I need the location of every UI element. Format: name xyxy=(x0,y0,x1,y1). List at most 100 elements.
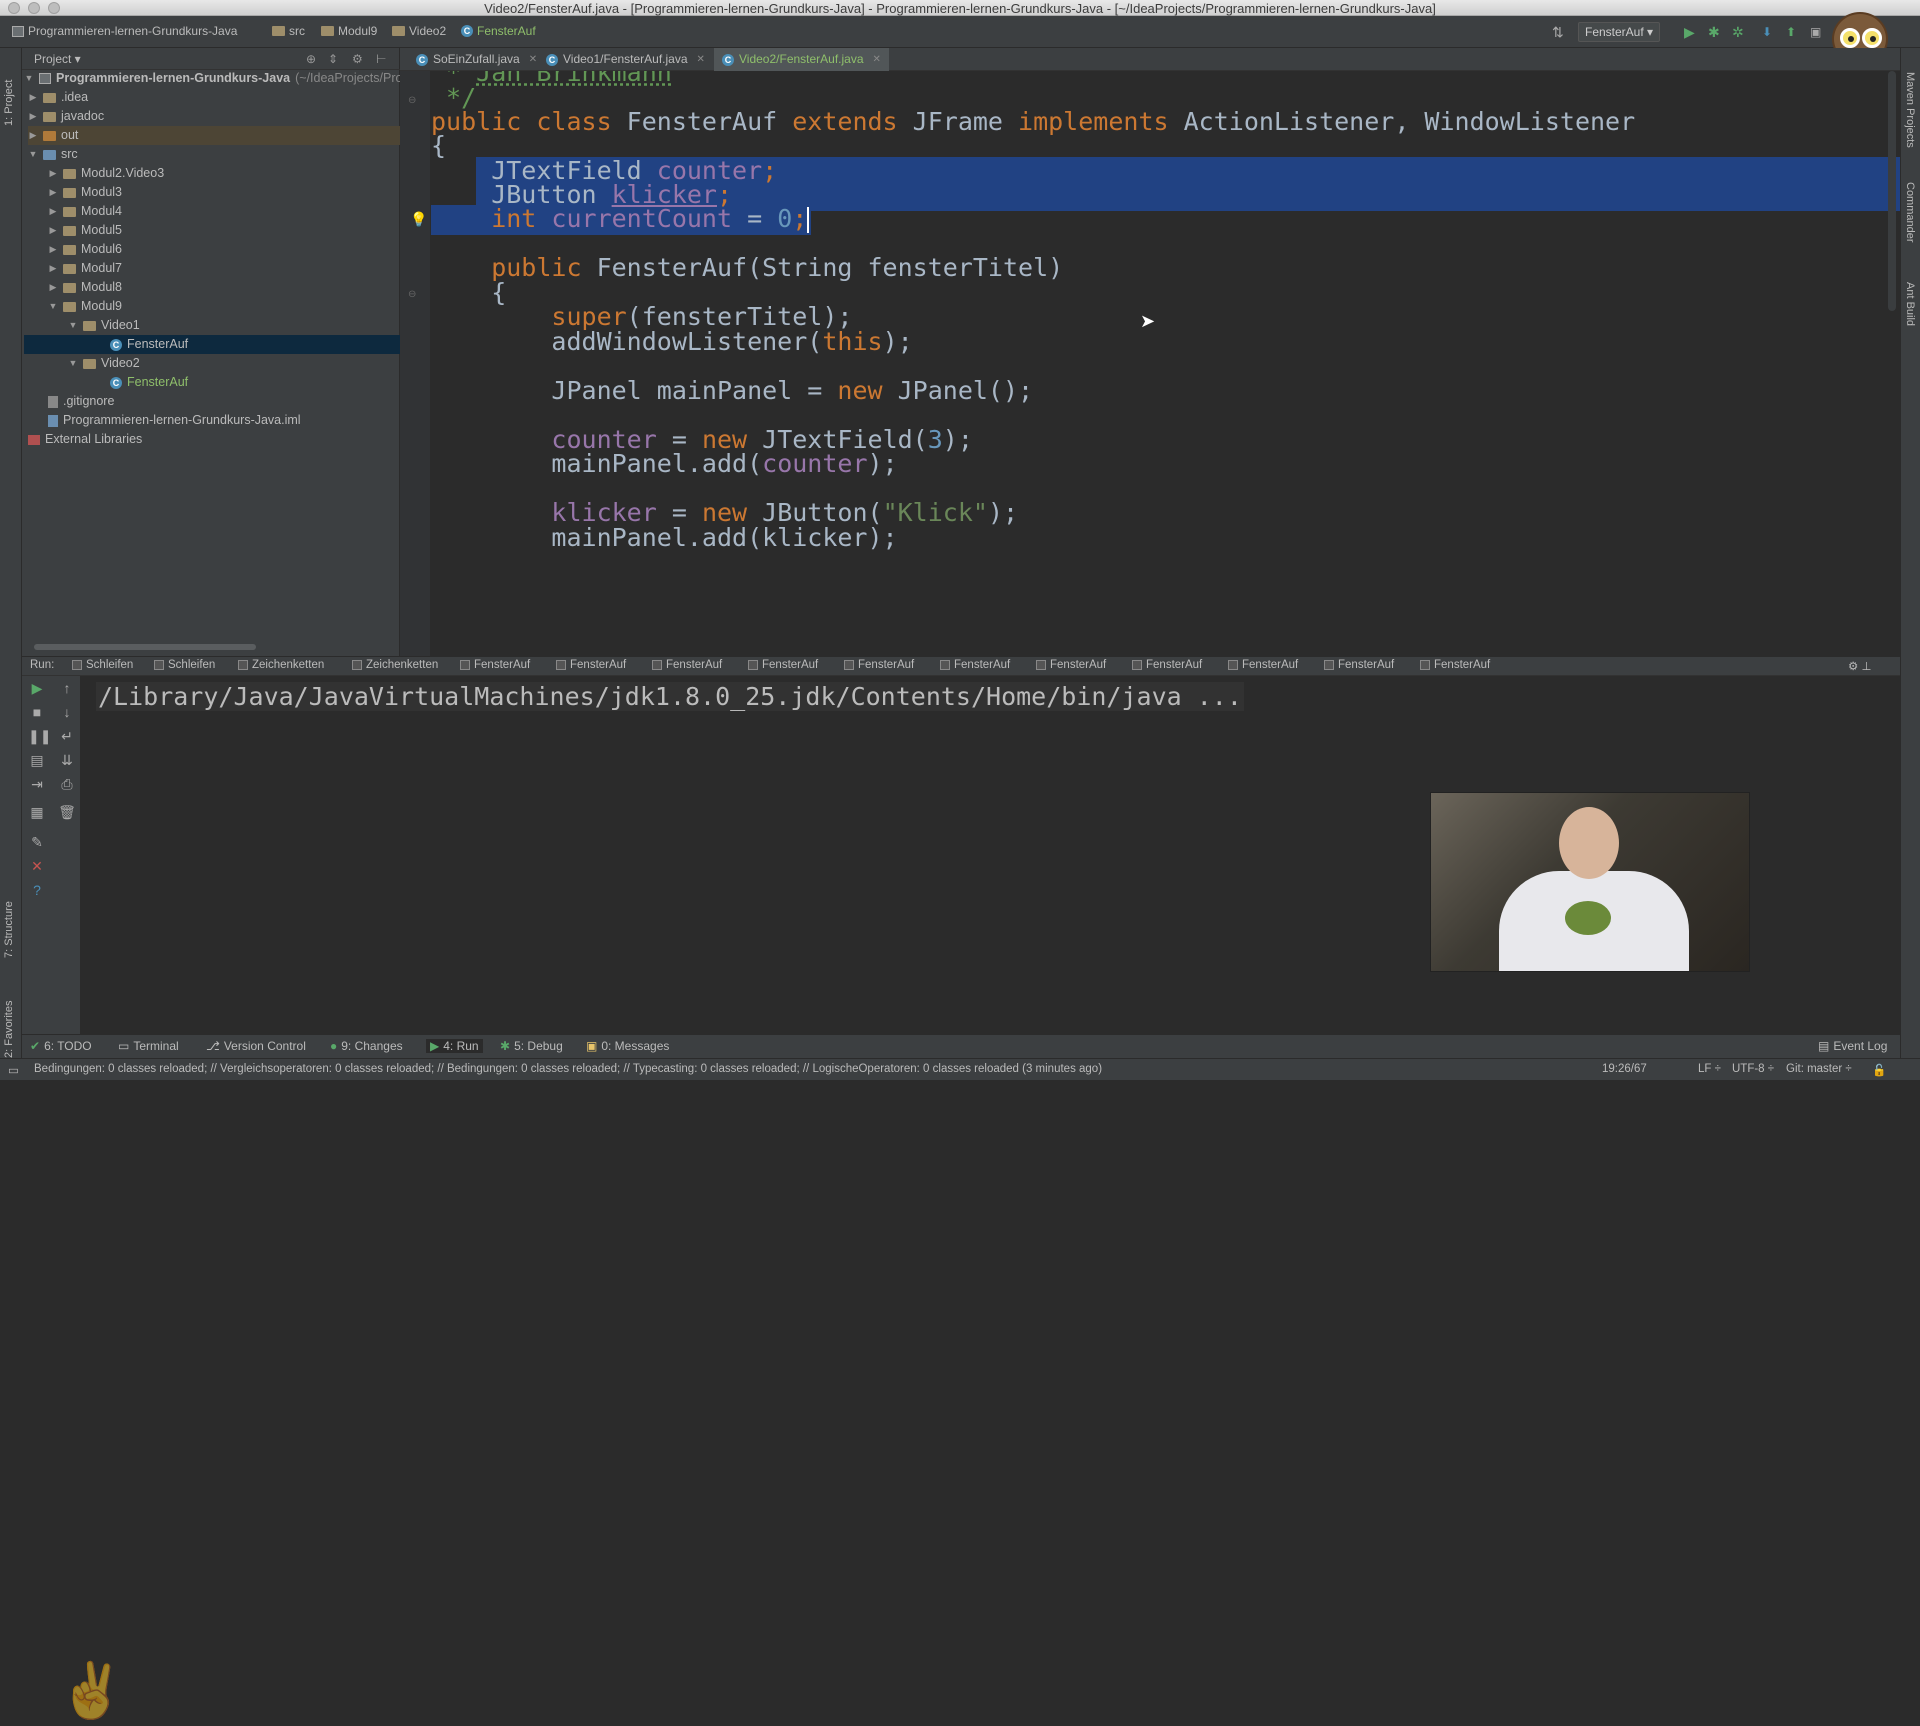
pin-icon[interactable]: ✎ xyxy=(28,834,46,851)
terminal-tool-tab[interactable]: ▭ Terminal xyxy=(118,1039,179,1053)
collapsed-arrow-icon[interactable]: ▶ xyxy=(28,107,38,126)
tree-item-iml[interactable]: Programmieren-lernen-Grundkurs-Java.iml xyxy=(48,411,301,430)
tree-item-modul6[interactable]: ▶ Modul6 xyxy=(48,240,122,259)
trash-icon[interactable]: 🗑 xyxy=(58,804,76,821)
breadcrumb-fensterauf[interactable]: C FensterAuf xyxy=(461,24,536,38)
tree-item-gitignore[interactable]: .gitignore xyxy=(48,392,114,411)
run-tab[interactable]: Zeichenketten xyxy=(238,659,324,671)
collapsed-arrow-icon[interactable]: ▶ xyxy=(48,202,58,221)
run-tab[interactable]: Schleifen xyxy=(154,659,215,671)
tree-item-modul3[interactable]: ▶ Modul3 xyxy=(48,183,122,202)
project-panel-header[interactable]: Project ▾ xyxy=(22,48,400,70)
collapsed-arrow-icon[interactable]: ▶ xyxy=(28,126,38,145)
run-icon[interactable]: ▶ xyxy=(1684,24,1695,40)
close-run-icon[interactable]: ✕ xyxy=(28,858,46,875)
ant-build-tab[interactable]: Ant Build xyxy=(1904,282,1916,326)
vcs-update-icon[interactable]: ⬇ xyxy=(1762,24,1772,40)
rerun-icon[interactable]: ▶ xyxy=(28,680,46,697)
run-tab[interactable]: FensterAuf xyxy=(748,659,818,671)
tab-soeinzufall[interactable]: C SoEinZufall.java ✕ xyxy=(408,48,545,71)
fold-icon[interactable]: ⊖ xyxy=(408,289,416,300)
up-arrow-icon[interactable]: ↑ xyxy=(58,680,76,696)
caret-position[interactable]: 19:26/67 xyxy=(1602,1063,1647,1075)
console-output[interactable]: /Library/Java/JavaVirtualMachines/jdk1.8… xyxy=(96,682,1244,711)
file-encoding[interactable]: UTF-8 ÷ xyxy=(1732,1063,1774,1075)
editor-scrollbar[interactable] xyxy=(1888,71,1896,311)
project-tool-tab[interactable]: 1: Project xyxy=(3,56,15,126)
run-tab[interactable]: FensterAuf xyxy=(460,659,530,671)
maven-projects-tab[interactable]: Maven Projects xyxy=(1904,72,1916,148)
gear-icon[interactable]: ⚙ xyxy=(352,52,363,66)
tree-item-modul9[interactable]: ▼ Modul9 xyxy=(48,297,122,316)
run-tab[interactable]: Zeichenketten xyxy=(352,659,438,671)
dump-threads-icon[interactable]: ▤ xyxy=(28,752,46,769)
editor-gutter[interactable] xyxy=(400,71,430,656)
tree-item-modul4[interactable]: ▶ Modul4 xyxy=(48,202,122,221)
layout-icon[interactable]: ▦ xyxy=(28,804,46,821)
tree-item-javadoc[interactable]: ▶ javadoc xyxy=(28,107,105,126)
scroll-to-end-icon[interactable]: ⇊ xyxy=(58,752,76,769)
run-tab[interactable]: FensterAuf xyxy=(652,659,722,671)
close-tab-icon[interactable]: ✕ xyxy=(873,48,881,71)
favorites-tool-tab[interactable]: 2: Favorites xyxy=(3,978,15,1058)
status-message[interactable]: Bedingungen: 0 classes reloaded; // Verg… xyxy=(34,1063,1102,1075)
pause-icon[interactable]: ❚❚ xyxy=(28,728,51,745)
expand-arrow-icon[interactable]: ▼ xyxy=(48,297,58,316)
stop-icon[interactable]: ■ xyxy=(28,704,46,720)
collapsed-arrow-icon[interactable]: ▶ xyxy=(48,164,58,183)
expand-arrow-icon[interactable]: ▼ xyxy=(68,316,78,335)
debug-icon[interactable]: ✱ xyxy=(1708,24,1720,40)
tree-item-video2[interactable]: ▼ Video2 xyxy=(68,354,140,373)
git-branch[interactable]: Git: master ÷ xyxy=(1786,1063,1852,1075)
status-toggle-icon[interactable]: ▭ xyxy=(8,1063,19,1077)
collapsed-arrow-icon[interactable]: ▶ xyxy=(48,183,58,202)
collapsed-arrow-icon[interactable]: ▶ xyxy=(28,88,38,107)
tree-item-idea[interactable]: ▶ .idea xyxy=(28,88,89,107)
close-tab-icon[interactable]: ✕ xyxy=(697,48,705,71)
structure-toolbar-icon[interactable]: ⇅ xyxy=(1552,24,1564,40)
run-tab[interactable]: FensterAuf xyxy=(1132,659,1202,671)
tree-item-modul7[interactable]: ▶ Modul7 xyxy=(48,259,122,278)
commander-tab[interactable]: Commander xyxy=(1904,182,1916,243)
messages-tool-tab[interactable]: ▣ 0: Messages xyxy=(586,1039,669,1053)
settings-toolbar-icon[interactable]: ▣ xyxy=(1810,24,1821,40)
locate-icon[interactable]: ⊕ xyxy=(306,52,316,66)
run-tab[interactable]: FensterAuf xyxy=(844,659,914,671)
run-tab[interactable]: FensterAuf xyxy=(940,659,1010,671)
soft-wrap-icon[interactable]: ↵ xyxy=(58,728,76,745)
tree-item-src[interactable]: ▼ src xyxy=(28,145,78,164)
tab-video2-fensterauf[interactable]: C Video2/FensterAuf.java ✕ xyxy=(714,48,889,71)
expand-arrow-icon[interactable]: ▼ xyxy=(24,69,34,88)
fold-icon[interactable]: ⊖ xyxy=(408,95,416,106)
collapsed-arrow-icon[interactable]: ▶ xyxy=(48,278,58,297)
line-separator[interactable]: LF ÷ xyxy=(1698,1063,1721,1075)
todo-tool-tab[interactable]: ✔ 6: TODO xyxy=(30,1039,92,1053)
tree-item-video1[interactable]: ▼ Video1 xyxy=(68,316,140,335)
tab-video1-fensterauf[interactable]: C Video1/FensterAuf.java ✕ xyxy=(538,48,713,71)
changes-tool-tab[interactable]: ● 9: Changes xyxy=(330,1039,403,1053)
tree-item-external-libraries[interactable]: External Libraries xyxy=(28,430,142,449)
structure-tool-tab[interactable]: 7: Structure xyxy=(3,878,15,958)
run-configuration-select[interactable]: FensterAuf ▾ xyxy=(1578,22,1661,42)
run-tab[interactable]: Schleifen xyxy=(72,659,133,671)
collapse-icon[interactable]: ⇕ xyxy=(328,52,338,66)
exit-icon[interactable]: ⇥ xyxy=(28,776,46,793)
lock-icon[interactable]: 🔓 xyxy=(1872,1063,1886,1077)
tree-item-modul8[interactable]: ▶ Modul8 xyxy=(48,278,122,297)
breadcrumb-project[interactable]: Programmieren-lernen-Grundkurs-Java xyxy=(12,24,237,38)
expand-arrow-icon[interactable]: ▼ xyxy=(28,145,38,164)
tree-item-video1-fensterauf[interactable]: C FensterAuf xyxy=(24,335,400,354)
lightbulb-icon[interactable]: 💡 xyxy=(410,211,427,228)
expand-arrow-icon[interactable]: ▼ xyxy=(68,354,78,373)
run-tab[interactable]: FensterAuf xyxy=(556,659,626,671)
collapsed-arrow-icon[interactable]: ▶ xyxy=(48,259,58,278)
run-tab[interactable]: FensterAuf xyxy=(1036,659,1106,671)
vcs-commit-icon[interactable]: ⬆ xyxy=(1786,24,1796,40)
breadcrumb-src[interactable]: src xyxy=(272,24,305,38)
run-settings-icon[interactable]: ⚙ ⊥ xyxy=(1848,659,1872,673)
collapsed-arrow-icon[interactable]: ▶ xyxy=(48,240,58,259)
project-scrollbar[interactable] xyxy=(34,644,256,650)
event-log-tool-tab[interactable]: ▤ Event Log xyxy=(1818,1039,1887,1053)
tree-item-video2-fensterauf[interactable]: C FensterAuf xyxy=(110,373,188,392)
help-icon[interactable]: ? xyxy=(28,882,46,898)
